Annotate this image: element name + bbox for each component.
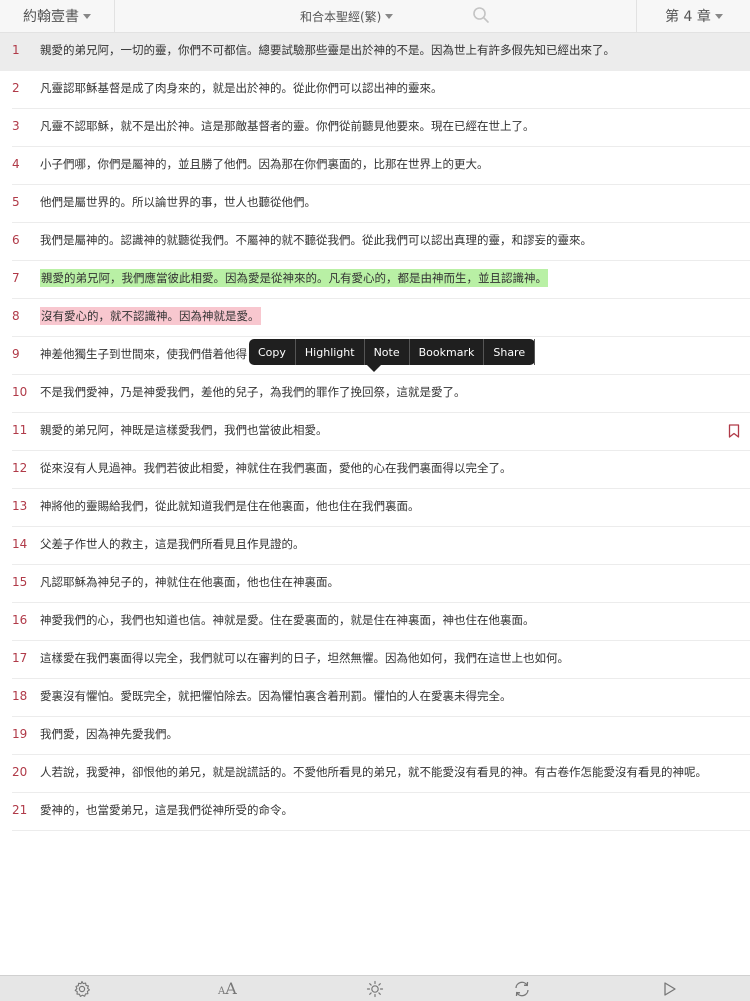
share-button[interactable]: Share xyxy=(484,339,536,365)
verse-text[interactable]: 親愛的弟兄阿，一切的靈，你們不可都信。總要試驗那些靈是出於神的不是。因為世上有許… xyxy=(40,42,615,58)
verse-row[interactable]: 18 愛裏沒有懼怕。愛既完全，就把懼怕除去。因為懼怕裏含着刑罰。懼怕的人在愛裏未… xyxy=(12,679,750,717)
verse-text[interactable]: 親愛的弟兄阿，我們應當彼此相愛。因為愛是從神來的。凡有愛心的，都是由神而生，並且… xyxy=(40,269,548,287)
verse-text[interactable]: 小子們哪，你們是屬神的，並且勝了他們。因為那在你們裏面的，比那在世界上的更大。 xyxy=(40,156,489,172)
verse-number: 13 xyxy=(12,499,28,513)
version-name: 和合本聖經(繁) xyxy=(300,9,382,24)
verse-number: 8 xyxy=(12,309,20,323)
verse-row[interactable]: 17 這樣愛在我們裏面得以完全，我們就可以在審判的日子，坦然無懼。因為他如何，我… xyxy=(12,641,750,679)
verse-text[interactable]: 神將他的靈賜給我們，從此就知道我們是住在他裏面，他也住在我們裏面。 xyxy=(40,498,420,514)
verse-row[interactable]: 12 從來沒有人見過神。我們若彼此相愛，神就住在我們裏面，愛他的心在我們裏面得以… xyxy=(12,451,750,489)
verse-row[interactable]: 5 他們是屬世界的。所以論世界的事，世人也聽從他們。 xyxy=(12,185,750,223)
settings-icon[interactable] xyxy=(73,980,91,998)
verse-row[interactable]: 19 我們愛，因為神先愛我們。 xyxy=(12,717,750,755)
chapter-selector[interactable]: 第 4 章 xyxy=(636,0,750,32)
verse-number: 6 xyxy=(12,233,20,247)
brightness-icon[interactable] xyxy=(366,980,384,998)
verse-number: 1 xyxy=(12,43,20,57)
verse-text[interactable]: 凡認耶穌為神兒子的，神就住在他裏面，他也住在神裏面。 xyxy=(40,574,339,590)
copy-button[interactable]: Copy xyxy=(249,339,296,365)
verse-number: 19 xyxy=(12,727,28,741)
verse-text[interactable]: 這樣愛在我們裏面得以完全，我們就可以在審判的日子，坦然無懼。因為他如何，我們在這… xyxy=(40,650,569,666)
chevron-down-icon xyxy=(714,13,723,19)
search-icon[interactable] xyxy=(472,6,490,24)
verse-row[interactable]: 2 凡靈認耶穌基督是成了肉身來的，就是出於神的。從此你們可以認出神的靈來。 xyxy=(12,71,750,109)
chapter-label: 第 4 章 xyxy=(665,9,711,25)
font-size-large-label: A xyxy=(225,979,237,998)
verse-row[interactable]: 15 凡認耶穌為神兒子的，神就住在他裏面，他也住在神裏面。 xyxy=(12,565,750,603)
bookmark-icon[interactable] xyxy=(728,424,740,438)
bottom-toolbar: AA xyxy=(0,975,750,1001)
verse-list: 1 親愛的弟兄阿，一切的靈，你們不可都信。總要試驗那些靈是出於神的不是。因為世上… xyxy=(0,33,750,831)
verse-text-wrap: 親愛的弟兄阿，我們應當彼此相愛。因為愛是從神來的。凡有愛心的，都是由神而生，並且… xyxy=(40,269,548,287)
verse-row[interactable]: 13 神將他的靈賜給我們，從此就知道我們是住在他裏面，他也住在我們裏面。 xyxy=(12,489,750,527)
verse-number: 20 xyxy=(12,765,28,779)
verse-text[interactable]: 凡靈認耶穌基督是成了肉身來的，就是出於神的。從此你們可以認出神的靈來。 xyxy=(40,80,443,96)
verse-text[interactable]: 神差他獨生子到世間來，使我們借着他得 xyxy=(40,346,247,362)
version-selector[interactable]: 和合本聖經(繁) xyxy=(300,0,394,32)
verse-text[interactable]: 他們是屬世界的。所以論世界的事，世人也聽從他們。 xyxy=(40,194,316,210)
verse-number: 18 xyxy=(12,689,28,703)
verse-text[interactable]: 凡靈不認耶穌，就不是出於神。這是那敵基督者的靈。你們從前聽見他要來。現在已經在世… xyxy=(40,118,535,134)
verse-number: 17 xyxy=(12,651,28,665)
verse-row[interactable]: 10 不是我們愛神，乃是神愛我們，差他的兒子，為我們的罪作了挽回祭，這就是愛了。 xyxy=(12,375,750,413)
verse-number: 4 xyxy=(12,157,20,171)
verse-row-bookmarked[interactable]: 11 親愛的弟兄阿，神既是這樣愛我們，我們也當彼此相愛。 xyxy=(12,413,750,451)
verse-number: 9 xyxy=(12,347,20,361)
verse-text-wrap: 沒有愛心的，就不認識神。因為神就是愛。 xyxy=(40,307,261,325)
verse-row-highlighted-pink[interactable]: 8 沒有愛心的，就不認識神。因為神就是愛。 xyxy=(12,299,750,337)
verse-number: 16 xyxy=(12,613,28,627)
book-name: 約翰壹書 xyxy=(23,9,79,25)
verse-text[interactable]: 父差子作世人的救主，這是我們所看見且作見證的。 xyxy=(40,536,305,552)
verse-row[interactable]: 1 親愛的弟兄阿，一切的靈，你們不可都信。總要試驗那些靈是出於神的不是。因為世上… xyxy=(0,33,750,71)
note-button[interactable]: Note xyxy=(365,339,410,365)
verse-text[interactable]: 人若說，我愛神，卻恨他的弟兄，就是說謊話的。不愛他所看見的弟兄，就不能愛沒有看見… xyxy=(40,764,707,780)
verse-number: 2 xyxy=(12,81,20,95)
verse-row[interactable]: 6 我們是屬神的。認識神的就聽從我們。不屬神的就不聽從我們。從此我們可以認出真理… xyxy=(12,223,750,261)
top-bar: 約翰壹書 和合本聖經(繁) 第 4 章 xyxy=(0,0,750,33)
verse-number: 10 xyxy=(12,385,28,399)
verse-text[interactable]: 親愛的弟兄阿，神既是這樣愛我們，我們也當彼此相愛。 xyxy=(40,422,328,438)
verse-text[interactable]: 沒有愛心的，就不認識神。因為神就是愛。 xyxy=(40,307,261,325)
sync-icon[interactable] xyxy=(513,980,531,998)
verse-text[interactable]: 我們愛，因為神先愛我們。 xyxy=(40,726,178,742)
chevron-down-icon xyxy=(83,13,91,19)
verse-row[interactable]: 4 小子們哪，你們是屬神的，並且勝了他們。因為那在你們裏面的，比那在世界上的更大… xyxy=(12,147,750,185)
verse-text[interactable]: 愛神的，也當愛弟兄，這是我們從神所受的命令。 xyxy=(40,802,293,818)
highlight-button[interactable]: Highlight xyxy=(296,339,365,365)
verse-action-menu: Copy Highlight Note Bookmark Share xyxy=(249,339,536,372)
verse-row[interactable]: 16 神愛我們的心，我們也知道也信。神就是愛。住在愛裏面的，就是住在神裏面，神也… xyxy=(12,603,750,641)
verse-number: 3 xyxy=(12,119,20,133)
verse-row[interactable]: 14 父差子作世人的救主，這是我們所看見且作見證的。 xyxy=(12,527,750,565)
verse-row[interactable]: 20 人若說，我愛神，卻恨他的弟兄，就是說謊話的。不愛他所看見的弟兄，就不能愛沒… xyxy=(12,755,750,793)
verse-text[interactable]: 我們是屬神的。認識神的就聽從我們。不屬神的就不聽從我們。從此我們可以認出真理的靈… xyxy=(40,232,592,248)
play-icon[interactable] xyxy=(660,980,678,998)
font-size-button[interactable]: AA xyxy=(218,979,237,998)
verse-text[interactable]: 神愛我們的心，我們也知道也信。神就是愛。住在愛裏面的，就是住在神裏面，神也住在他… xyxy=(40,612,535,628)
verse-row[interactable]: 3 凡靈不認耶穌，就不是出於神。這是那敵基督者的靈。你們從前聽見他要來。現在已經… xyxy=(12,109,750,147)
verse-number: 11 xyxy=(12,423,28,437)
verse-text[interactable]: 從來沒有人見過神。我們若彼此相愛，神就住在我們裏面，愛他的心在我們裏面得以完全了… xyxy=(40,460,512,476)
verse-number: 15 xyxy=(12,575,28,589)
verse-text[interactable]: 不是我們愛神，乃是神愛我們，差他的兒子，為我們的罪作了挽回祭，這就是愛了。 xyxy=(40,384,466,400)
verse-number: 7 xyxy=(12,271,20,285)
verse-number: 14 xyxy=(12,537,28,551)
bookmark-button[interactable]: Bookmark xyxy=(410,339,485,365)
verse-text[interactable]: 愛裏沒有懼怕。愛既完全，就把懼怕除去。因為懼怕裏含着刑罰。懼怕的人在愛裏未得完全… xyxy=(40,688,512,704)
menu-pointer xyxy=(367,365,381,372)
verse-row-highlighted-green[interactable]: 7 親愛的弟兄阿，我們應當彼此相愛。因為愛是從神來的。凡有愛心的，都是由神而生，… xyxy=(12,261,750,299)
verse-number: 5 xyxy=(12,195,20,209)
chevron-down-icon xyxy=(385,13,394,19)
book-selector[interactable]: 約翰壹書 xyxy=(0,0,115,32)
verse-row[interactable]: 21 愛神的，也當愛弟兄，這是我們從神所受的命令。 xyxy=(12,793,750,831)
verse-number: 21 xyxy=(12,803,28,817)
verse-number: 12 xyxy=(12,461,28,475)
